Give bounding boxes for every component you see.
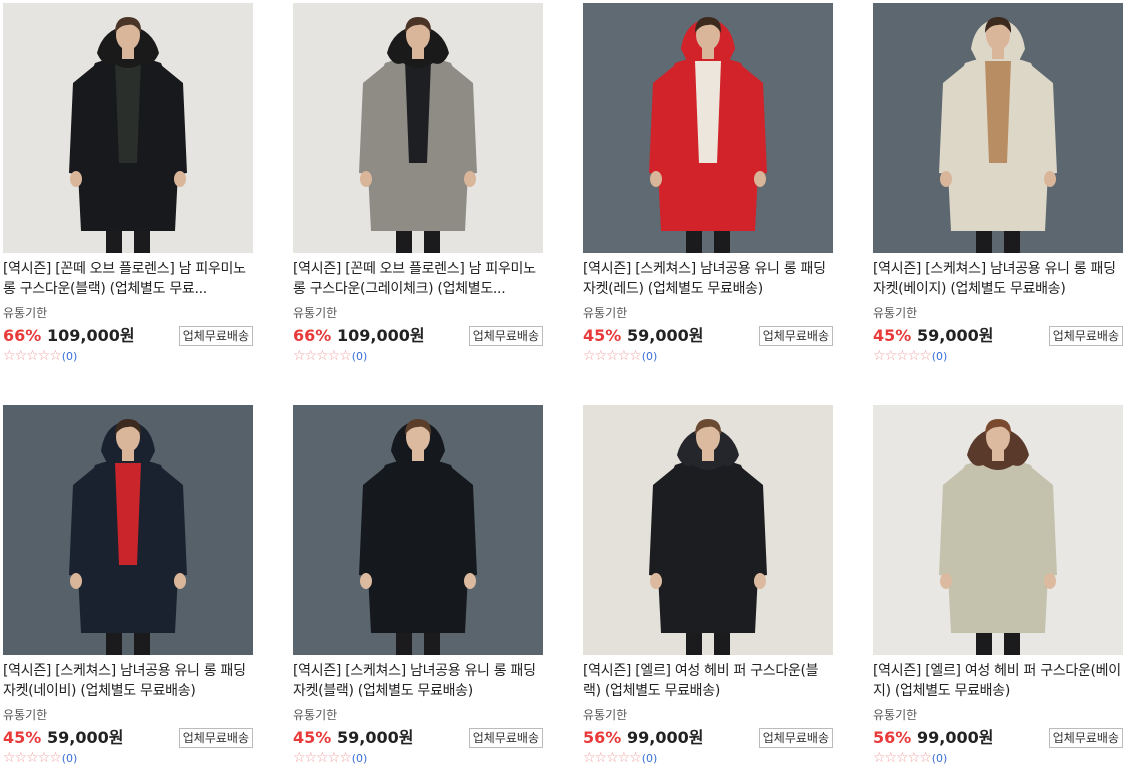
discount-rate: 45% <box>583 326 622 345</box>
sale-price: 59,000원 <box>627 326 704 345</box>
product-card[interactable]: [역시즌] [스케쳐스] 남녀공용 유니 롱 패딩 자켓(레드) (업체별도 무… <box>583 3 833 364</box>
free-shipping-badge: 업체무료배송 <box>1048 728 1123 748</box>
price-row: 45% 59,000원 업체무료배송 <box>293 727 543 749</box>
expiry-label: 유통기한 <box>293 306 338 320</box>
rating-stars-icon: ☆☆☆☆☆ <box>3 750 62 766</box>
review-count-link[interactable]: (0) <box>642 350 658 363</box>
sale-price: 99,000원 <box>917 728 994 747</box>
model-photo <box>873 3 1123 253</box>
sale-price: 109,000원 <box>47 326 135 345</box>
sale-price: 109,000원 <box>337 326 425 345</box>
product-card[interactable]: [역시즌] [꼰떼 오브 플로렌스] 남 피우미노 롱 구스다운(그레이체크) … <box>293 3 543 364</box>
discount-rate: 56% <box>583 728 622 747</box>
rating-stars-icon: ☆☆☆☆☆ <box>293 348 352 364</box>
product-image[interactable] <box>293 3 543 253</box>
product-card[interactable]: [역시즌] [스케쳐스] 남녀공용 유니 롱 패딩 자켓(네이비) (업체별도 … <box>3 405 253 766</box>
review-count-link[interactable]: (0) <box>352 350 368 363</box>
rating: ☆☆☆☆☆(0) <box>583 348 833 364</box>
price-row: 45% 59,000원 업체무료배송 <box>873 325 1123 347</box>
rating: ☆☆☆☆☆(0) <box>3 750 253 766</box>
price-row: 56% 99,000원 업체무료배송 <box>583 727 833 749</box>
product-image[interactable] <box>873 405 1123 655</box>
product-image[interactable] <box>583 405 833 655</box>
discount-rate: 66% <box>3 326 42 345</box>
free-shipping-badge: 업체무료배송 <box>468 326 543 346</box>
product-title[interactable]: [역시즌] [스케쳐스] 남녀공용 유니 롱 패딩 자켓(네이비) (업체별도 … <box>3 661 253 701</box>
rating-stars-icon: ☆☆☆☆☆ <box>3 348 62 364</box>
discount-rate: 56% <box>873 728 912 747</box>
product-image[interactable] <box>583 3 833 253</box>
rating: ☆☆☆☆☆(0) <box>293 348 543 364</box>
review-count-link[interactable]: (0) <box>932 350 948 363</box>
review-count-link[interactable]: (0) <box>62 752 78 765</box>
price-row: 45% 59,000원 업체무료배송 <box>583 325 833 347</box>
rating-stars-icon: ☆☆☆☆☆ <box>873 348 932 364</box>
model-photo <box>293 3 543 253</box>
free-shipping-badge: 업체무료배송 <box>468 728 543 748</box>
product-card[interactable]: [역시즌] [엘르] 여성 헤비 퍼 구스다운(베이지) (업체별도 무료배송)… <box>873 405 1123 766</box>
product-image[interactable] <box>873 3 1123 253</box>
rating: ☆☆☆☆☆(0) <box>873 750 1123 766</box>
product-title[interactable]: [역시즌] [스케쳐스] 남녀공용 유니 롱 패딩 자켓(레드) (업체별도 무… <box>583 259 833 299</box>
product-title[interactable]: [역시즌] [스케쳐스] 남녀공용 유니 롱 패딩 자켓(베이지) (업체별도 … <box>873 259 1123 299</box>
product-title[interactable]: [역시즌] [엘르] 여성 헤비 퍼 구스다운(블랙) (업체별도 무료배송) <box>583 661 833 701</box>
review-count-link[interactable]: (0) <box>62 350 78 363</box>
model-photo <box>873 405 1123 655</box>
product-image[interactable] <box>3 405 253 655</box>
expiry-label: 유통기한 <box>3 708 48 722</box>
sale-price: 59,000원 <box>917 326 994 345</box>
discount-rate: 66% <box>293 326 332 345</box>
model-photo <box>583 405 833 655</box>
price-row: 66% 109,000원 업체무료배송 <box>3 325 253 347</box>
free-shipping-badge: 업체무료배송 <box>758 728 833 748</box>
product-image[interactable] <box>3 3 253 253</box>
rating: ☆☆☆☆☆(0) <box>293 750 543 766</box>
review-count-link[interactable]: (0) <box>352 752 368 765</box>
product-card[interactable]: [역시즌] [엘르] 여성 헤비 퍼 구스다운(블랙) (업체별도 무료배송) … <box>583 405 833 766</box>
free-shipping-badge: 업체무료배송 <box>758 326 833 346</box>
product-card[interactable]: [역시즌] [스케쳐스] 남녀공용 유니 롱 패딩 자켓(베이지) (업체별도 … <box>873 3 1123 364</box>
product-title[interactable]: [역시즌] [꼰떼 오브 플로렌스] 남 피우미노 롱 구스다운(블랙) (업체… <box>3 259 253 299</box>
discount-rate: 45% <box>3 728 42 747</box>
expiry-label: 유통기한 <box>873 306 918 320</box>
discount-rate: 45% <box>873 326 912 345</box>
sale-price: 59,000원 <box>337 728 414 747</box>
expiry-label: 유통기한 <box>873 708 918 722</box>
free-shipping-badge: 업체무료배송 <box>1048 326 1123 346</box>
expiry-label: 유통기한 <box>3 306 48 320</box>
price-row: 45% 59,000원 업체무료배송 <box>3 727 253 749</box>
model-photo <box>583 3 833 253</box>
sale-price: 99,000원 <box>627 728 704 747</box>
product-image[interactable] <box>293 405 543 655</box>
free-shipping-badge: 업체무료배송 <box>178 728 253 748</box>
rating-stars-icon: ☆☆☆☆☆ <box>583 750 642 766</box>
product-card[interactable]: [역시즌] [스케쳐스] 남녀공용 유니 롱 패딩 자켓(블랙) (업체별도 무… <box>293 405 543 766</box>
model-photo <box>3 3 253 253</box>
rating-stars-icon: ☆☆☆☆☆ <box>583 348 642 364</box>
expiry-label: 유통기한 <box>293 708 338 722</box>
product-title[interactable]: [역시즌] [스케쳐스] 남녀공용 유니 롱 패딩 자켓(블랙) (업체별도 무… <box>293 661 543 701</box>
rating: ☆☆☆☆☆(0) <box>583 750 833 766</box>
review-count-link[interactable]: (0) <box>932 752 948 765</box>
sale-price: 59,000원 <box>47 728 124 747</box>
product-title[interactable]: [역시즌] [엘르] 여성 헤비 퍼 구스다운(베이지) (업체별도 무료배송) <box>873 661 1123 701</box>
price-row: 56% 99,000원 업체무료배송 <box>873 727 1123 749</box>
free-shipping-badge: 업체무료배송 <box>178 326 253 346</box>
review-count-link[interactable]: (0) <box>642 752 658 765</box>
expiry-label: 유통기한 <box>583 708 628 722</box>
discount-rate: 45% <box>293 728 332 747</box>
price-row: 66% 109,000원 업체무료배송 <box>293 325 543 347</box>
rating-stars-icon: ☆☆☆☆☆ <box>293 750 352 766</box>
product-title[interactable]: [역시즌] [꼰떼 오브 플로렌스] 남 피우미노 롱 구스다운(그레이체크) … <box>293 259 543 299</box>
product-card[interactable]: [역시즌] [꼰떼 오브 플로렌스] 남 피우미노 롱 구스다운(블랙) (업체… <box>3 3 253 364</box>
rating: ☆☆☆☆☆(0) <box>3 348 253 364</box>
rating-stars-icon: ☆☆☆☆☆ <box>873 750 932 766</box>
model-photo <box>293 405 543 655</box>
product-grid: [역시즌] [꼰떼 오브 플로렌스] 남 피우미노 롱 구스다운(블랙) (업체… <box>0 0 1132 779</box>
expiry-label: 유통기한 <box>583 306 628 320</box>
rating: ☆☆☆☆☆(0) <box>873 348 1123 364</box>
model-photo <box>3 405 253 655</box>
